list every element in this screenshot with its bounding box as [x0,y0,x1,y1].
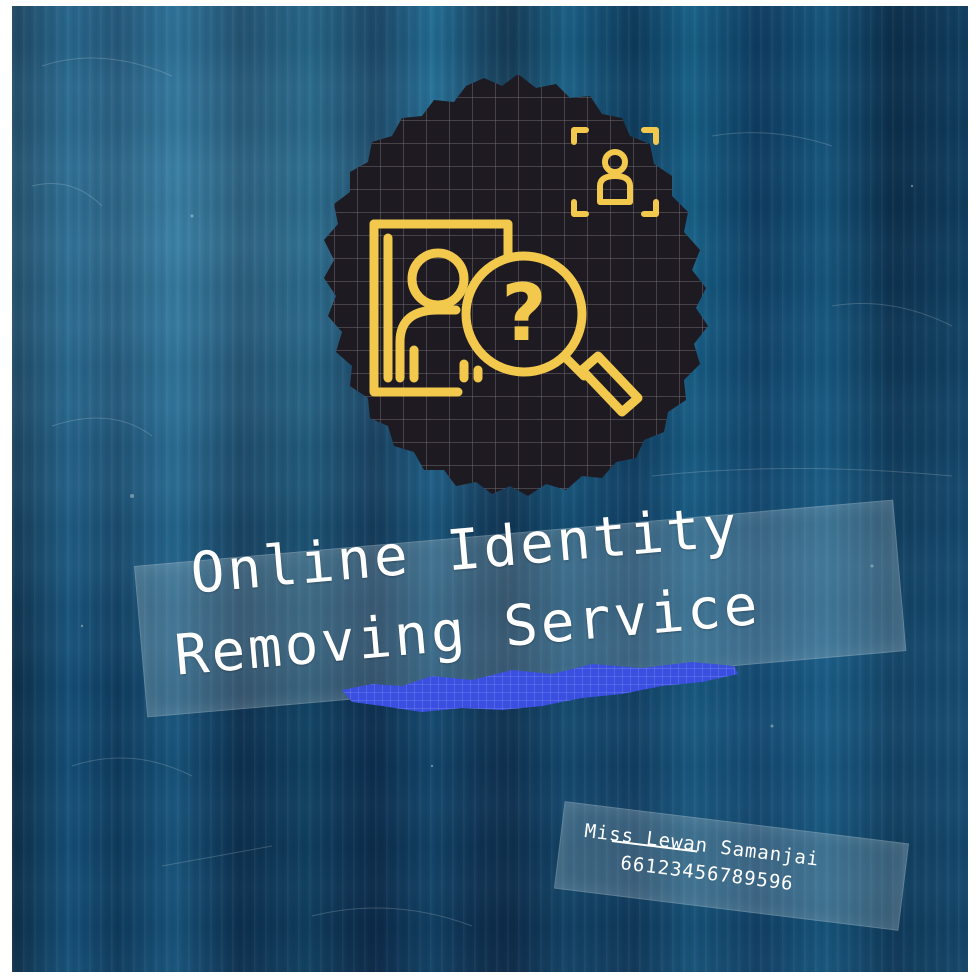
question-mark: ? [501,269,546,359]
identity-badge: ? [324,74,708,496]
poster: ? Online Identity Removing Service Miss … [12,6,968,972]
